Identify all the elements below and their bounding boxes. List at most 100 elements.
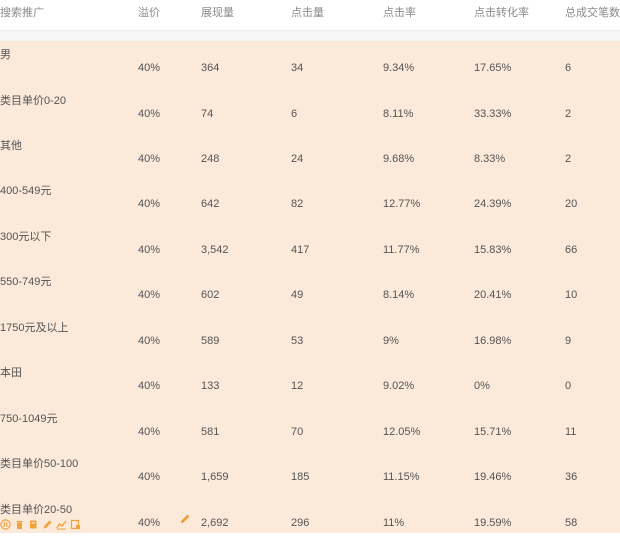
table-row[interactable]: 750-1049元 40% 581 70 12.05% 15.71% 11 — [0, 405, 620, 451]
premium-value: 40% — [138, 244, 161, 256]
clicks-value: 6 — [291, 108, 298, 120]
ctr-value: 8.11% — [383, 108, 414, 120]
cvr-value: 20.41% — [474, 289, 512, 301]
ctr-value: 11.77% — [383, 244, 420, 256]
orders-value: 2 — [565, 108, 572, 120]
header-orders[interactable]: 总成交笔数 — [565, 4, 620, 20]
row-name: 男 — [0, 49, 11, 61]
copy-icon[interactable] — [28, 519, 39, 530]
orders-value: 20 — [565, 198, 578, 210]
clicks-value: 49 — [291, 289, 304, 301]
clicks-value: 185 — [291, 471, 310, 483]
cvr-value: 24.39% — [474, 198, 512, 210]
table-row[interactable]: 1750元及以上 40% 589 53 9% 16.98% 9 — [0, 314, 620, 360]
ctr-value: 12.77% — [383, 198, 421, 210]
pencil-icon[interactable] — [179, 513, 191, 525]
premium-value: 40% — [138, 62, 161, 74]
row-name: 300元以下 — [0, 231, 52, 243]
clicks-value: 34 — [291, 62, 304, 74]
table-header: 搜索推广 溢价 展现量 点击量 点击率 点击转化率 总成交笔数 — [0, 0, 620, 31]
premium-value: 40% — [138, 380, 161, 392]
orders-value: 2 — [565, 153, 572, 165]
cvr-value: 33.33% — [474, 108, 512, 120]
header-ctr[interactable]: 点击率 — [383, 4, 416, 20]
report-icon[interactable] — [70, 519, 81, 530]
row-name: 类目单价0-20 — [0, 95, 67, 107]
orders-value: 6 — [565, 62, 572, 74]
chart-icon[interactable] — [56, 519, 67, 530]
clicks-value: 70 — [291, 426, 304, 438]
premium-value: 40% — [138, 426, 161, 438]
clicks-value: 53 — [291, 335, 304, 347]
row-name: 类目单价20-50 — [0, 504, 73, 516]
premium-value: 40% — [138, 335, 161, 347]
impressions-value: 602 — [201, 289, 220, 301]
cvr-value: 17.65% — [474, 62, 512, 74]
orders-value: 10 — [565, 289, 578, 301]
row-name: 400-549元 — [0, 185, 52, 197]
clicks-value: 24 — [291, 153, 304, 165]
impressions-value: 642 — [201, 198, 220, 210]
table-row[interactable]: 类目单价20-50 40% 2,692 296 11% 19.59% 58 — [0, 496, 620, 542]
orders-value: 66 — [565, 244, 578, 256]
clicks-value: 82 — [291, 198, 304, 210]
ctr-value: 11.15% — [383, 471, 420, 483]
header-divider — [0, 31, 620, 41]
premium-value: 40% — [138, 198, 161, 210]
row-name: 其他 — [0, 140, 22, 152]
header-clicks[interactable]: 点击量 — [291, 4, 324, 20]
impressions-value: 133 — [201, 380, 220, 392]
pencil-icon[interactable] — [42, 519, 53, 530]
premium-value: 40% — [138, 153, 161, 165]
impressions-value: 2,692 — [201, 517, 229, 529]
ctr-value: 9.34% — [383, 62, 415, 74]
impressions-value: 74 — [201, 108, 214, 120]
ctr-value: 12.05% — [383, 426, 421, 438]
premium-value: 40% — [138, 108, 161, 120]
impressions-value: 364 — [201, 62, 220, 74]
row-name: 550-749元 — [0, 276, 52, 288]
cvr-value: 8.33% — [474, 153, 506, 165]
header-search-promotion[interactable]: 搜索推广 — [0, 4, 44, 20]
ctr-value: 8.14% — [383, 289, 415, 301]
table-row[interactable]: 其他 40% 248 24 9.68% 8.33% 2 — [0, 132, 620, 178]
row-name: 750-1049元 — [0, 413, 58, 425]
premium-value: 40% — [138, 517, 161, 529]
orders-value: 36 — [565, 471, 578, 483]
orders-value: 11 — [565, 426, 577, 438]
row-name: 1750元及以上 — [0, 322, 69, 334]
table-row[interactable]: 550-749元 40% 602 49 8.14% 20.41% 10 — [0, 268, 620, 314]
table-row[interactable]: 男 40% 364 34 9.34% 17.65% 6 — [0, 41, 620, 87]
table-row[interactable]: 类目单价0-20 40% 74 6 8.11% 33.33% 2 — [0, 87, 620, 133]
table-row[interactable]: 本田 40% 133 12 9.02% 0% 0 — [0, 359, 620, 405]
orders-value: 9 — [565, 335, 572, 347]
clicks-value: 296 — [291, 517, 310, 529]
ctr-value: 9.68% — [383, 153, 415, 165]
premium-value: 40% — [138, 289, 161, 301]
impressions-value: 3,542 — [201, 244, 229, 256]
row-name: 类目单价50-100 — [0, 458, 79, 470]
pause-icon[interactable] — [0, 519, 11, 530]
premium-value: 40% — [138, 471, 161, 483]
clicks-value: 12 — [291, 380, 304, 392]
header-impressions[interactable]: 展现量 — [201, 4, 234, 20]
cvr-value: 15.83% — [474, 244, 512, 256]
trash-icon[interactable] — [14, 519, 25, 530]
header-cvr[interactable]: 点击转化率 — [474, 4, 529, 20]
table-row[interactable]: 类目单价50-100 40% 1,659 185 11.15% 19.46% 3… — [0, 450, 620, 496]
table-body: 男 40% 364 34 9.34% 17.65% 6 类目单价0-20 40%… — [0, 41, 620, 533]
ctr-value: 9% — [383, 335, 399, 347]
header-premium[interactable]: 溢价 — [138, 4, 160, 20]
clicks-value: 417 — [291, 244, 310, 256]
row-name: 本田 — [0, 367, 22, 379]
row-action-toolbar — [0, 519, 81, 533]
cvr-value: 19.59% — [474, 517, 512, 529]
table-row[interactable]: 400-549元 40% 642 82 12.77% 24.39% 20 — [0, 177, 620, 223]
cvr-value: 0% — [474, 380, 490, 392]
cvr-value: 15.71% — [474, 426, 512, 438]
table-row[interactable]: 300元以下 40% 3,542 417 11.77% 15.83% 66 — [0, 223, 620, 269]
impressions-value: 248 — [201, 153, 220, 165]
ctr-value: 9.02% — [383, 380, 415, 392]
cvr-value: 19.46% — [474, 471, 512, 483]
cvr-value: 16.98% — [474, 335, 512, 347]
